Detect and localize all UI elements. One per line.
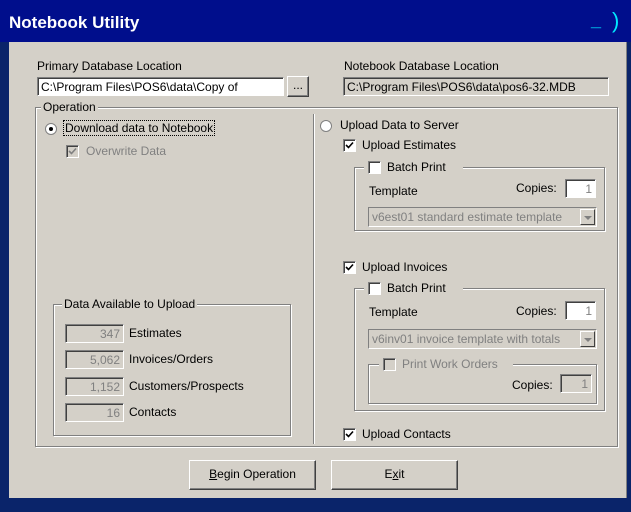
upload-estimates-label[interactable]: Upload Estimates (362, 138, 456, 152)
work-orders-label: Print Work Orders (402, 357, 498, 371)
customers-count: 1,152 (65, 377, 124, 396)
contacts-label: Contacts (129, 405, 177, 419)
window-title: Notebook Utility (9, 13, 140, 32)
invoices-label: Invoices/Orders (129, 352, 214, 366)
upload-radio[interactable] (320, 120, 332, 132)
title-bar[interactable]: Notebook Utility _ ) (0, 0, 631, 42)
download-radio[interactable] (45, 123, 57, 135)
estimates-batch-checkbox[interactable] (368, 161, 381, 174)
checkmark-icon (345, 430, 354, 438)
begin-mnemonic: B (209, 467, 218, 481)
chevron-down-icon[interactable] (580, 331, 595, 347)
begin-operation-button[interactable]: Begin Operation (189, 460, 316, 490)
invoices-template-select[interactable]: v6inv01 invoice template with totals (368, 329, 597, 349)
estimates-batch-label[interactable]: Batch Print (387, 160, 446, 174)
begin-label: egin Operation (217, 467, 296, 481)
overwrite-checkbox[interactable] (66, 145, 79, 158)
estimates-template-select[interactable]: v6est01 standard estimate template (368, 207, 597, 227)
estimates-count: 347 (65, 324, 124, 343)
work-orders-checkbox[interactable] (383, 358, 396, 371)
estimates-copies-label: Copies: (516, 181, 557, 195)
invoices-batch-checkbox[interactable] (368, 282, 381, 295)
operation-group-label: Operation (41, 100, 98, 114)
chevron-down-icon[interactable] (580, 209, 595, 225)
close-icon[interactable]: ) (612, 10, 631, 34)
dialog-client-area: Primary Database Location C:\Program Fil… (9, 42, 627, 498)
estimates-template-label: Template (369, 184, 418, 198)
invoices-count: 5,062 (65, 350, 124, 369)
primary-db-field[interactable]: C:\Program Files\POS6\data\Copy of (37, 77, 284, 96)
invoices-copies-label: Copies: (516, 304, 557, 318)
estimates-template-value: v6est01 standard estimate template (372, 210, 563, 224)
upload-invoices-checkbox[interactable] (343, 261, 356, 274)
radio-selected-dot (49, 127, 53, 131)
invoices-template-value: v6inv01 invoice template with totals (372, 332, 561, 346)
exit-label-end: it (398, 467, 405, 481)
primary-db-label: Primary Database Location (37, 59, 182, 73)
notebook-db-label: Notebook Database Location (344, 59, 499, 73)
exit-button[interactable]: Exit (331, 460, 458, 490)
window: Notebook Utility _ ) Primary Database Lo… (0, 0, 631, 512)
estimates-copies-field[interactable]: 1 (565, 179, 596, 198)
checkmark-icon (345, 141, 354, 149)
invoices-batch-label[interactable]: Batch Print (387, 281, 446, 295)
overwrite-label: Overwrite Data (86, 144, 167, 158)
contacts-count: 16 (65, 403, 124, 422)
browse-button[interactable]: ... (287, 76, 309, 97)
minimize-icon[interactable]: _ (586, 11, 606, 32)
upload-radio-label[interactable]: Upload Data to Server (340, 118, 459, 132)
invoices-template-label: Template (369, 305, 418, 319)
work-orders-copies-label: Copies: (512, 378, 553, 392)
checkmark-icon (345, 263, 354, 271)
data-available-label: Data Available to Upload (62, 297, 198, 311)
column-divider (313, 114, 315, 444)
estimates-label: Estimates (129, 326, 182, 340)
exit-label-start: E (384, 467, 393, 481)
work-orders-copies-field[interactable]: 1 (560, 374, 592, 393)
upload-estimates-checkbox[interactable] (343, 139, 356, 152)
upload-contacts-label[interactable]: Upload Contacts (362, 427, 451, 441)
customers-label: Customers/Prospects (129, 379, 244, 393)
invoices-copies-field[interactable]: 1 (565, 301, 596, 320)
checkmark-icon (68, 147, 77, 155)
upload-contacts-checkbox[interactable] (343, 428, 356, 441)
download-radio-label[interactable]: Download data to Notebook (62, 120, 216, 136)
notebook-db-field[interactable]: C:\Program Files\POS6\data\pos6-32.MDB (343, 77, 609, 96)
upload-invoices-label[interactable]: Upload Invoices (362, 260, 447, 274)
